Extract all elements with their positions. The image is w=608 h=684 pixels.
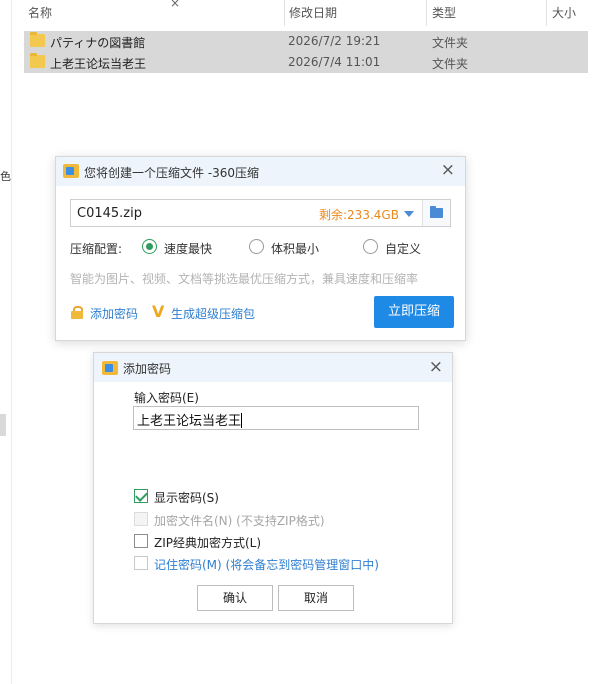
close-icon[interactable]: ×: [170, 0, 180, 10]
close-icon[interactable]: ×: [429, 359, 443, 376]
compress-dialog: 您将创建一个压缩文件 -360压缩 × C0145.zip 剩余:233.4GB…: [55, 156, 466, 341]
checkbox-label[interactable]: 记住密码(M) (将会备忘到密码管理窗口中): [154, 556, 379, 573]
column-header: 名称 × 修改日期 类型 大小: [24, 0, 608, 26]
dialog-titlebar[interactable]: 添加密码 ×: [94, 353, 452, 382]
nav-pane-scroll-mark[interactable]: [0, 414, 6, 436]
lock-icon: [71, 306, 83, 319]
checkbox-indicator[interactable]: [134, 556, 148, 570]
file-date: 2026/7/2 19:21: [288, 34, 381, 48]
option-label[interactable]: 体积最小: [271, 240, 319, 257]
config-label: 压缩配置:: [70, 242, 123, 256]
navigation-pane: [0, 0, 12, 684]
option-label[interactable]: 自定义: [385, 240, 421, 257]
table-row[interactable]: パティナの図書館 2026/7/2 19:21 文件夹: [24, 31, 588, 52]
column-separator[interactable]: [546, 0, 547, 26]
table-row[interactable]: 上老王论坛当老王 2026/7/4 11:01 文件夹: [24, 52, 588, 73]
file-name: 上老王论坛当老王: [50, 57, 147, 71]
archive-path-value[interactable]: C0145.zip: [77, 206, 142, 221]
confirm-button[interactable]: 确认: [197, 585, 273, 611]
checkbox-label[interactable]: 显示密码(S): [154, 489, 219, 506]
free-space-label: 剩余:233.4GB: [319, 208, 399, 222]
dialog-title: 您将创建一个压缩文件 -360压缩: [84, 166, 260, 180]
radio-indicator[interactable]: [363, 239, 378, 254]
add-password-link[interactable]: 添加密码: [90, 305, 138, 322]
app-360-icon: [102, 361, 118, 375]
checkbox-label[interactable]: ZIP经典加密方式(L): [154, 534, 261, 551]
option-label[interactable]: 速度最快: [164, 240, 212, 257]
column-separator[interactable]: [426, 0, 427, 26]
column-type[interactable]: 类型: [432, 4, 456, 21]
folder-icon: [30, 32, 45, 47]
password-label: 输入密码(E): [134, 391, 199, 405]
text-caret: [241, 413, 243, 428]
checkbox-label: 加密文件名(N) (不支持ZIP格式): [154, 514, 325, 528]
radio-indicator[interactable]: [249, 239, 264, 254]
file-type: 文件夹: [432, 36, 469, 50]
column-size[interactable]: 大小: [552, 4, 576, 21]
password-value[interactable]: 上老王论坛当老王: [137, 414, 241, 429]
file-name: パティナの図書館: [50, 36, 146, 50]
checkbox-indicator: [134, 512, 148, 526]
cancel-button[interactable]: 取消: [278, 585, 354, 611]
radio-indicator[interactable]: [142, 239, 157, 254]
nav-pane-text: 色: [0, 170, 11, 183]
add-password-dialog: 添加密码 × 输入密码(E) 上老王论坛当老王 显示密码(S) 加密文件名(N)…: [93, 352, 453, 624]
column-date[interactable]: 修改日期: [289, 4, 337, 21]
dialog-titlebar[interactable]: 您将创建一个压缩文件 -360压缩 ×: [56, 157, 465, 186]
file-type: 文件夹: [432, 57, 469, 71]
checkbox-indicator[interactable]: [134, 489, 148, 503]
compress-now-button[interactable]: 立即压缩: [374, 296, 454, 328]
close-icon[interactable]: ×: [441, 162, 455, 179]
v-icon: V: [152, 302, 165, 321]
column-name[interactable]: 名称: [28, 4, 52, 21]
password-input[interactable]: 上老王论坛当老王: [133, 406, 419, 430]
super-pack-link[interactable]: 生成超级压缩包: [171, 305, 255, 322]
file-date: 2026/7/4 11:01: [288, 55, 381, 69]
dialog-title: 添加密码: [123, 362, 172, 376]
compression-hint: 智能为图片、视频、文档等挑选最优压缩方式，兼具速度和压缩率: [70, 272, 419, 286]
folder-icon: [30, 53, 45, 68]
column-separator[interactable]: [284, 0, 285, 26]
checkbox-indicator[interactable]: [134, 534, 148, 548]
archive-path-field[interactable]: C0145.zip 剩余:233.4GB: [70, 199, 451, 227]
app-360-icon: [63, 164, 79, 178]
browse-folder-icon[interactable]: [422, 200, 450, 226]
dropdown-arrow-icon[interactable]: [404, 211, 414, 217]
